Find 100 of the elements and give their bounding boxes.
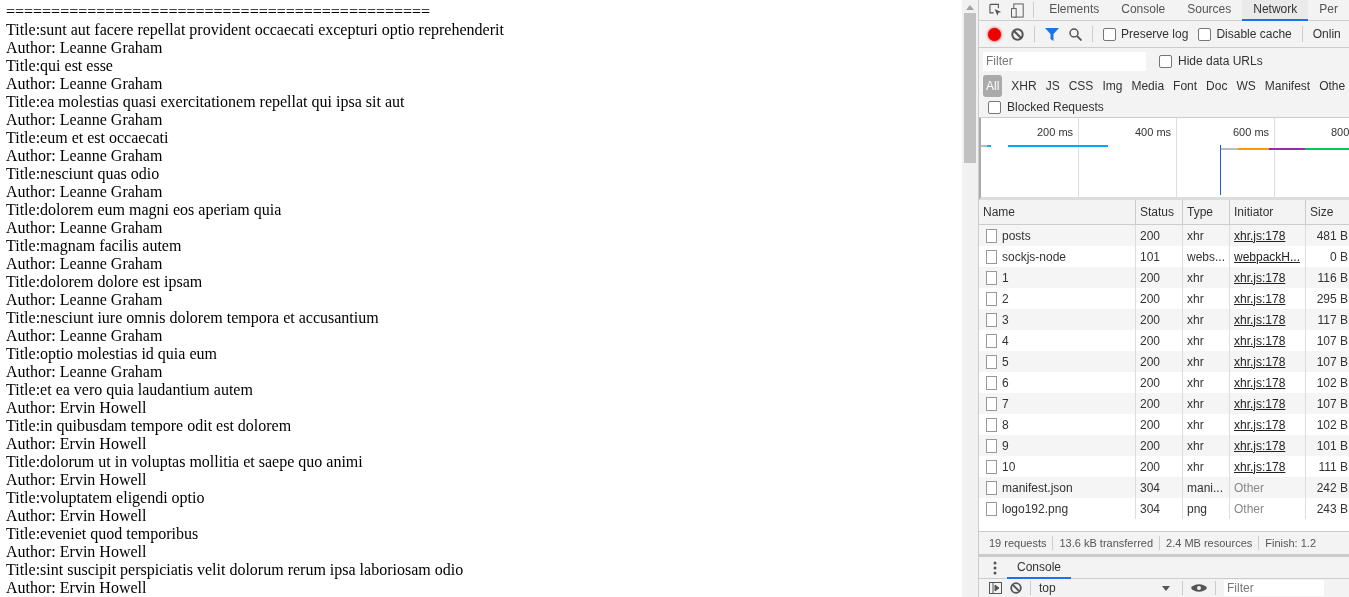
type-filter[interactable]: CSS	[1065, 74, 1097, 97]
type-filter[interactable]: Doc	[1203, 74, 1231, 97]
request-name[interactable]: 7	[1002, 394, 1009, 413]
post-author: Author: Leanne Graham	[6, 219, 164, 237]
sidebar-icon[interactable]	[989, 582, 1002, 594]
time-tick-label: 800	[1331, 125, 1349, 138]
status-cell-text: 200	[1140, 353, 1161, 371]
post-title: Title:dolorem eum magni eos aperiam quia	[6, 201, 283, 219]
column-header[interactable]: Initiator	[1230, 200, 1306, 224]
filter-icon[interactable]	[1045, 27, 1059, 41]
initiator-link[interactable]: xhr.js:178	[1234, 457, 1286, 476]
search-icon[interactable]	[1069, 27, 1082, 41]
type-filter[interactable]: Img	[1099, 74, 1126, 97]
initiator-link[interactable]: xhr.js:178	[1234, 415, 1286, 434]
status-cell-text: 101	[1140, 248, 1161, 266]
panel-tab[interactable]: Elements	[1038, 0, 1111, 21]
record-icon[interactable]	[988, 27, 1001, 41]
type-filter[interactable]: Media	[1128, 74, 1168, 97]
initiator-link[interactable]: xhr.js:178	[1234, 373, 1286, 392]
request-name[interactable]: 9	[1002, 436, 1009, 455]
type-filter[interactable]: Manifest	[1261, 74, 1314, 97]
request-name[interactable]: 1	[1002, 268, 1009, 287]
checkbox[interactable]	[988, 100, 1001, 114]
request-name[interactable]: manifest.json	[1002, 478, 1073, 497]
column-header[interactable]: Status	[1136, 200, 1183, 224]
post-author: Author: Leanne Graham	[6, 183, 164, 201]
request-name[interactable]: logo192.png	[1002, 499, 1069, 518]
post-title: Title:dolorem dolore est ipsam	[6, 273, 204, 291]
checkbox-label: Disable cache	[1216, 26, 1292, 43]
post-author: Author: Ervin Howell	[6, 435, 148, 453]
checkbox[interactable]	[1103, 27, 1116, 41]
status-cell-text: 200	[1140, 227, 1161, 245]
console-filter-field[interactable]: Filter	[1224, 580, 1324, 596]
size-cell-text: 101 B	[1316, 437, 1348, 455]
timeline-overview[interactable]: 200 ms 400 ms 600 ms 800	[979, 118, 1349, 200]
panel-tab[interactable]: Sources	[1176, 0, 1243, 21]
request-name[interactable]: 2	[1002, 289, 1009, 308]
scrollbar-thumb[interactable]	[964, 13, 976, 163]
type-filter[interactable]: Othe	[1316, 74, 1349, 97]
caret-icon	[1162, 585, 1170, 591]
inspect-icon[interactable]	[989, 3, 1003, 17]
column-header[interactable]: Name	[979, 200, 1136, 224]
checkbox[interactable]	[1198, 27, 1212, 41]
file-icon	[986, 396, 997, 411]
request-name[interactable]: 4	[1002, 331, 1009, 350]
initiator-link[interactable]: xhr.js:178	[1234, 268, 1286, 287]
type-filter[interactable]: JS	[1042, 74, 1063, 97]
filter-field[interactable]: Filter	[983, 51, 1146, 71]
status-cell-text: 200	[1140, 269, 1161, 287]
throttle-select[interactable]: Onlin	[1312, 25, 1341, 43]
post-title: Title:optio molestias id quia eum	[6, 345, 218, 363]
column-header[interactable]: Size	[1306, 200, 1349, 224]
more-icon[interactable]	[993, 560, 997, 575]
type-filter[interactable]: XHR	[1008, 74, 1040, 97]
post-author: Author: Ervin Howell	[6, 471, 148, 489]
request-name[interactable]: 3	[1002, 310, 1009, 329]
type-filter[interactable]: Font	[1170, 74, 1201, 97]
initiator-link[interactable]: xhr.js:178	[1234, 436, 1286, 455]
type-cell-text: xhr	[1187, 374, 1204, 392]
column-header[interactable]: Type	[1183, 200, 1230, 224]
initiator-link[interactable]: webpackH...	[1234, 247, 1301, 266]
checkbox-label: Blocked Requests	[1007, 99, 1104, 116]
scrollbar[interactable]	[962, 0, 978, 597]
clear-icon[interactable]	[1011, 27, 1024, 41]
post-author: Author: Leanne Graham	[6, 327, 164, 345]
initiator-cell-text: Other	[1234, 479, 1264, 497]
request-name[interactable]: 5	[1002, 352, 1009, 371]
initiator-link[interactable]: xhr.js:178	[1234, 331, 1286, 350]
request-name[interactable]: posts	[1002, 226, 1031, 245]
type-filter[interactable]: WS	[1233, 74, 1259, 97]
panel-tab[interactable]: Console	[1110, 0, 1177, 21]
request-name[interactable]: 6	[1002, 373, 1009, 392]
drawer-tab[interactable]: Console	[1007, 556, 1072, 579]
eye-icon[interactable]	[1191, 583, 1207, 593]
panel-tab[interactable]: Network	[1242, 0, 1309, 21]
initiator-link[interactable]: xhr.js:178	[1234, 310, 1286, 329]
initiator-link[interactable]: xhr.js:178	[1234, 289, 1286, 308]
request-name[interactable]: sockjs-node	[1002, 247, 1067, 266]
status-cell-text: 200	[1140, 332, 1161, 350]
initiator-link[interactable]: xhr.js:178	[1234, 394, 1286, 413]
panel-tab[interactable]: Per	[1308, 0, 1349, 21]
size-cell-text: 243 B	[1316, 500, 1348, 518]
clear-icon[interactable]	[1010, 582, 1022, 594]
post-title: Title:ea molestias quasi exercitationem repellat qui ipsa sit aut	[6, 93, 406, 111]
device-icon[interactable]	[1011, 2, 1025, 18]
size-cell-text: 242 B	[1316, 479, 1348, 497]
checkbox[interactable]	[1159, 54, 1172, 68]
post-author: Author: Leanne Graham	[6, 255, 164, 273]
post-title: Title:qui est esse	[6, 57, 114, 75]
type-cell-text: xhr	[1187, 353, 1204, 371]
initiator-link[interactable]: xhr.js:178	[1234, 226, 1286, 245]
size-cell-text: 111 B	[1318, 458, 1348, 476]
request-name[interactable]: 10	[1002, 457, 1016, 476]
size-cell-text: 0 B	[1330, 248, 1348, 266]
post-title: Title:sunt aut facere repellat provident occaecati excepturi optio reprehenderit	[6, 21, 505, 39]
request-name[interactable]: 8	[1002, 415, 1009, 434]
file-icon	[986, 291, 997, 306]
size-cell-text: 117 B	[1317, 311, 1348, 329]
context-select[interactable]: top	[1039, 579, 1174, 597]
initiator-link[interactable]: xhr.js:178	[1234, 352, 1286, 371]
